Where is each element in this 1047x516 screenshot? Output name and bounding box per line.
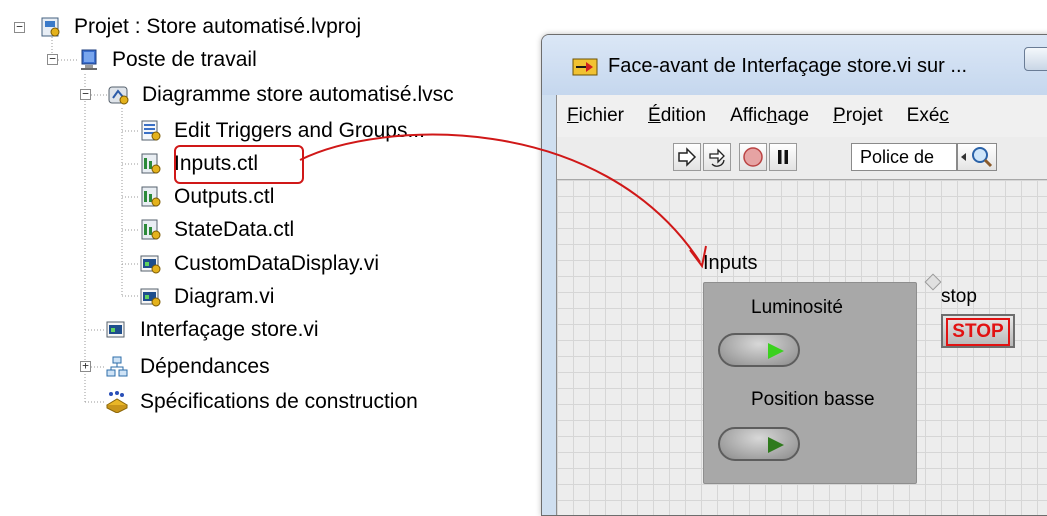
led-arrow-on-icon (768, 343, 784, 359)
menu-project[interactable]: Projet (833, 105, 883, 127)
build-specifications-icon (106, 391, 128, 413)
run-continuously-button[interactable] (703, 143, 731, 171)
tree-item-custom-data-display-vi[interactable]: CustomDataDisplay.vi (140, 249, 379, 279)
labview-project-icon (41, 17, 60, 37)
tree-item-label: Outputs.ctl (174, 185, 275, 208)
stop-circle-icon (743, 147, 763, 167)
font-selector[interactable]: Police de (851, 143, 957, 171)
vi-file-icon (140, 288, 161, 307)
tree-item-edit-triggers[interactable]: Edit Triggers and Groups... (140, 116, 425, 146)
menu-file[interactable]: Fichier (567, 105, 624, 127)
vi-file-icon (106, 321, 125, 338)
vi-file-icon (140, 255, 161, 274)
low-position-label: Position basse (751, 389, 875, 410)
tree-item-project[interactable]: Projet : Store automatisé.lvproj (40, 12, 361, 42)
window-title: Face-avant de Interfaçage store.vi sur .… (608, 55, 968, 77)
menu-bar: Fichier Édition Affichage Projet Exéc (557, 95, 1047, 138)
search-icon (961, 147, 993, 168)
menu-execute[interactable]: Exéc (907, 105, 949, 127)
menu-view[interactable]: Affichage (730, 105, 809, 127)
tree-item-label: Interfaçage store.vi (140, 318, 319, 341)
tree-item-label: Diagram.vi (174, 285, 275, 308)
front-panel-controls: Inputs Luminosité Position basse stop ST… (555, 178, 1047, 497)
run-button[interactable] (673, 143, 701, 171)
stop-button[interactable]: STOP (941, 314, 1015, 348)
cluster-label-inputs: Inputs (703, 252, 758, 274)
tree-item-label: Spécifications de construction (140, 390, 418, 413)
collapse-workstation-button[interactable]: − (47, 53, 58, 65)
minimize-button[interactable] (1024, 47, 1047, 71)
control-file-icon (141, 153, 161, 174)
tree-item-statechart-diagram[interactable]: Diagramme store automatisé.lvsc (108, 80, 454, 110)
tree-item-build-specifications[interactable]: Spécifications de construction (106, 387, 418, 417)
dependencies-icon (106, 356, 128, 377)
statechart-icon (108, 86, 129, 105)
window-titlebar[interactable]: Face-avant de Interfaçage store.vi sur .… (542, 35, 1047, 95)
inputs-ctl-highlight-box (174, 145, 304, 184)
run-continuously-icon (709, 148, 725, 167)
run-arrow-icon (678, 147, 697, 167)
project-explorer-tree: − − − + Projet : Store automatisé.lvproj… (0, 0, 560, 497)
control-file-icon (141, 219, 161, 240)
toolbar: Police de (557, 137, 1047, 180)
tree-item-workstation[interactable]: Poste de travail (78, 45, 257, 75)
pause-button[interactable] (769, 143, 797, 171)
luminosity-label: Luminosité (751, 297, 843, 318)
expand-dependencies-button[interactable]: + (80, 360, 91, 372)
luminosity-boolean-control[interactable] (718, 333, 800, 367)
low-position-boolean-control[interactable] (718, 427, 800, 461)
led-arrow-off-icon (768, 437, 784, 453)
tree-item-label: Edit Triggers and Groups... (174, 119, 425, 142)
tree-item-label: StateData.ctl (174, 218, 295, 241)
search-button[interactable] (957, 143, 997, 171)
tree-item-label: Dépendances (140, 355, 270, 378)
tree-item-label: Diagramme store automatisé.lvsc (142, 83, 454, 106)
tree-item-diagram-vi[interactable]: Diagram.vi (140, 282, 274, 312)
inputs-cluster[interactable]: Luminosité Position basse (703, 282, 917, 484)
pause-icon (778, 150, 788, 164)
tree-item-dependencies[interactable]: Dépendances (106, 352, 270, 382)
tree-item-statedata-ctl[interactable]: StateData.ctl (140, 215, 294, 245)
abort-button[interactable] (739, 143, 767, 171)
tree-item-outputs-ctl[interactable]: Outputs.ctl (140, 182, 274, 212)
terminal-anchor (924, 273, 942, 291)
stop-label: stop (941, 286, 977, 307)
collapse-project-button[interactable]: − (14, 21, 25, 33)
tree-item-label: Poste de travail (112, 48, 257, 71)
triggers-document-icon (141, 120, 161, 141)
computer-icon (81, 49, 97, 70)
control-file-icon (141, 186, 161, 207)
collapse-diagram-button[interactable]: − (80, 88, 91, 100)
tree-item-label: Projet : Store automatisé.lvproj (74, 15, 362, 38)
front-panel-icon (572, 58, 598, 76)
tree-item-interface-vi[interactable]: Interfaçage store.vi (106, 315, 319, 345)
menu-edit[interactable]: Édition (648, 105, 706, 127)
tree-item-label: CustomDataDisplay.vi (174, 252, 380, 275)
